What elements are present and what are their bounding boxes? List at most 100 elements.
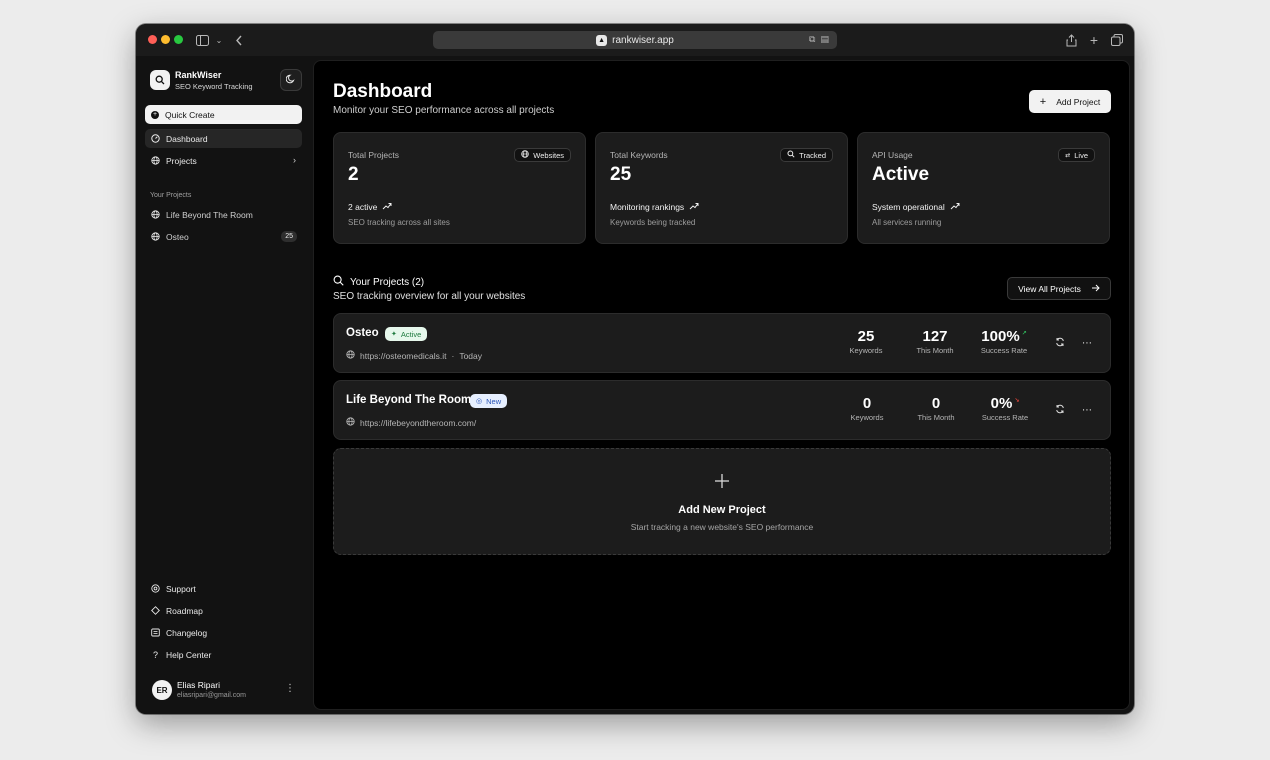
refresh-button[interactable] <box>1053 403 1067 417</box>
avatar[interactable]: ER <box>152 680 172 700</box>
card-value: 2 <box>348 164 359 185</box>
stat-label: Success Rate <box>980 346 1028 355</box>
plus-circle-icon: + <box>151 110 159 119</box>
projects-section-label: Your Projects (2) <box>350 276 425 288</box>
refresh-icon <box>1055 404 1065 417</box>
sidebar-toggle-icon[interactable] <box>194 32 210 48</box>
your-projects-heading: Your Projects <box>150 192 192 199</box>
project-url: https://lifebeyondtheroom.com/ <box>346 417 476 428</box>
card-badge-label: Tracked <box>799 150 826 160</box>
stat-label: Success Rate <box>981 413 1029 422</box>
tabs-overview-icon[interactable] <box>1109 32 1125 48</box>
address-bar[interactable]: ▲ rankwiser.app ⧉ ▤ <box>433 31 837 49</box>
nav-item-label: Roadmap <box>166 605 203 616</box>
project-name: Osteo <box>346 327 379 339</box>
quick-create-button[interactable]: + Quick Create <box>145 105 302 124</box>
nav-item-label: Dashboard <box>166 133 208 144</box>
card-footnote: Keywords being tracked <box>610 218 696 227</box>
user-name: Elias Ripari <box>177 680 220 690</box>
page-subtitle: Monitor your SEO performance across all … <box>333 105 555 116</box>
quick-create-label: Quick Create <box>165 109 215 120</box>
page-title: Dashboard <box>333 81 433 102</box>
card-badge: ⇄ Live <box>1058 148 1095 162</box>
view-all-label: View All Projects <box>1018 283 1081 294</box>
trend-up-icon <box>950 202 960 212</box>
keyword-count-badge: 25 <box>281 231 297 242</box>
user-menu-button[interactable]: ⋮ <box>285 684 295 694</box>
brand-subtitle: SEO Keyword Tracking <box>175 82 253 91</box>
browser-titlebar: ⌄ ▲ rankwiser.app ⧉ ▤ + <box>136 24 1134 56</box>
new-tab-icon[interactable]: + <box>1086 32 1102 48</box>
stat-value: 0% <box>990 395 1013 412</box>
stat-label: This Month <box>917 413 955 422</box>
card-badge: Tracked <box>780 148 833 162</box>
stat-card-api-usage: API Usage ⇄ Live Active System operation… <box>857 132 1110 244</box>
card-badge-label: Websites <box>533 150 564 160</box>
card-label: Total Keywords <box>610 150 668 160</box>
chevron-down-icon[interactable]: ⌄ <box>211 32 227 48</box>
status-badge: ◎ New <box>470 394 508 408</box>
theme-toggle-button[interactable] <box>280 69 302 91</box>
refresh-button[interactable] <box>1053 336 1067 350</box>
translate-icon[interactable]: ⧉ <box>809 34 815 45</box>
card-footnote: SEO tracking across all sites <box>348 218 450 227</box>
sidebar-project-label: Life Beyond The Room <box>166 209 253 220</box>
status-label: Active <box>400 329 422 339</box>
nav-item-changelog[interactable]: Changelog <box>145 623 302 642</box>
support-icon <box>151 584 160 593</box>
card-label: Total Projects <box>348 150 400 160</box>
project-row-osteo[interactable]: Osteo ✦ Active https://osteomedicals.it … <box>333 313 1111 373</box>
card-label: API Usage <box>872 150 913 160</box>
more-options-button[interactable]: ⋯ <box>1080 403 1094 417</box>
more-horizontal-icon: ⋯ <box>1082 337 1092 349</box>
nav-item-label: Changelog <box>166 627 208 638</box>
globe-icon <box>521 150 530 160</box>
card-trend: 2 active <box>348 202 392 212</box>
sidebar-project-life-beyond-the-room[interactable]: Life Beyond The Room <box>145 205 302 224</box>
back-icon[interactable] <box>231 32 247 48</box>
nav-item-dashboard[interactable]: Dashboard <box>145 129 302 148</box>
minimize-window-button[interactable] <box>161 35 170 44</box>
trend-up-icon <box>689 202 699 212</box>
search-icon <box>787 150 795 160</box>
changelog-icon <box>151 628 160 637</box>
api-icon: ⇄ <box>1065 152 1071 159</box>
roadmap-icon <box>151 606 160 615</box>
nav-item-projects[interactable]: Projects › <box>145 151 302 170</box>
browser-window: ⌄ ▲ rankwiser.app ⧉ ▤ + RankWiser SEO Ke <box>136 24 1134 714</box>
stat-value-row: 0% ↘ <box>975 395 1035 412</box>
add-new-project-card[interactable]: Add New Project Start tracking a new web… <box>333 448 1111 555</box>
globe-icon <box>151 210 160 219</box>
stat-label: Keywords <box>849 346 883 355</box>
sidebar-project-osteo[interactable]: Osteo 25 <box>145 227 302 246</box>
share-icon[interactable] <box>1063 32 1079 48</box>
add-project-button[interactable]: + Add Project <box>1029 90 1111 113</box>
project-row-life-beyond-the-room[interactable]: Life Beyond The Room ◎ New https://lifeb… <box>333 380 1111 440</box>
stat-keywords: 25 Keywords <box>836 328 896 355</box>
close-window-button[interactable] <box>148 35 157 44</box>
view-all-projects-button[interactable]: View All Projects <box>1007 277 1111 300</box>
add-project-label: Add Project <box>1056 96 1101 107</box>
card-trend-label: Monitoring rankings <box>610 202 685 212</box>
nav-item-label: Support <box>166 583 196 594</box>
globe-icon <box>151 156 160 165</box>
trend-up-icon <box>382 202 392 212</box>
plus-icon: + <box>1039 95 1047 108</box>
stat-value: 25 <box>857 328 875 345</box>
nav-item-roadmap[interactable]: Roadmap <box>145 601 302 620</box>
stat-success-rate: 0% ↘ Success Rate <box>975 395 1035 422</box>
reader-icon[interactable]: ▤ <box>820 34 829 45</box>
nav-item-support[interactable]: Support <box>145 579 302 598</box>
more-horizontal-icon: ⋯ <box>1082 404 1092 416</box>
stat-label: Keywords <box>850 413 884 422</box>
zoom-window-button[interactable] <box>174 35 183 44</box>
nav-item-help-center[interactable]: ? Help Center <box>145 645 302 664</box>
stat-value: 127 <box>922 328 948 345</box>
new-dot-icon: ◎ <box>476 398 483 405</box>
more-options-button[interactable]: ⋯ <box>1080 336 1094 350</box>
project-url-link[interactable]: https://lifebeyondtheroom.com/ <box>360 418 476 428</box>
project-updated: Today <box>459 350 482 361</box>
project-url-link[interactable]: https://osteomedicals.it <box>360 351 446 361</box>
stat-value: 0 <box>931 395 941 412</box>
projects-section-subtitle: SEO tracking overview for all your websi… <box>333 291 526 302</box>
